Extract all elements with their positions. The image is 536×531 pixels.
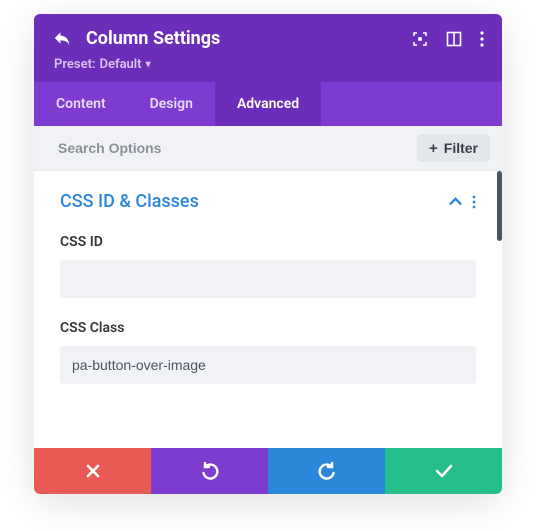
search-row: + Filter xyxy=(34,126,502,171)
focus-icon[interactable] xyxy=(412,31,428,47)
save-button[interactable] xyxy=(385,448,502,494)
tab-design[interactable]: Design xyxy=(128,82,215,126)
search-input[interactable] xyxy=(58,140,417,156)
css-id-label: CSS ID xyxy=(60,234,476,250)
header-kebab-icon[interactable] xyxy=(480,31,484,47)
column-settings-modal: Column Settings xyxy=(34,14,502,494)
section-actions xyxy=(449,194,476,210)
css-id-input[interactable] xyxy=(60,260,476,298)
layout-icon[interactable] xyxy=(446,31,462,47)
tab-advanced[interactable]: Advanced xyxy=(215,82,321,126)
preset-value: Default xyxy=(99,57,141,72)
header-top-row: Column Settings xyxy=(52,28,484,49)
plus-icon: + xyxy=(429,141,438,156)
undo-button[interactable] xyxy=(151,448,268,494)
header-icons xyxy=(412,31,484,47)
modal-header: Column Settings xyxy=(34,14,502,82)
tab-bar: Content Design Advanced xyxy=(34,82,502,126)
section-title[interactable]: CSS ID & Classes xyxy=(60,191,199,212)
scrollbar-thumb[interactable] xyxy=(497,171,502,241)
redo-button[interactable] xyxy=(268,448,385,494)
tab-content[interactable]: Content xyxy=(34,82,128,126)
back-arrow-icon[interactable] xyxy=(52,29,72,49)
preset-selector[interactable]: Preset: Default ▾ xyxy=(52,57,484,72)
css-class-label: CSS Class xyxy=(60,320,476,336)
css-class-input[interactable] xyxy=(60,346,476,384)
footer-actions xyxy=(34,448,502,494)
filter-label: Filter xyxy=(444,140,478,156)
section-header: CSS ID & Classes xyxy=(60,191,476,212)
modal-title: Column Settings xyxy=(86,28,398,49)
section-kebab-icon[interactable] xyxy=(472,195,476,209)
cancel-button[interactable] xyxy=(34,448,151,494)
preset-prefix: Preset: xyxy=(54,57,95,72)
filter-button[interactable]: + Filter xyxy=(417,134,490,162)
chevron-down-icon: ▾ xyxy=(146,59,151,70)
chevron-up-icon[interactable] xyxy=(449,194,462,210)
content-area: CSS ID & Classes CSS ID CSS Class xyxy=(34,171,502,448)
